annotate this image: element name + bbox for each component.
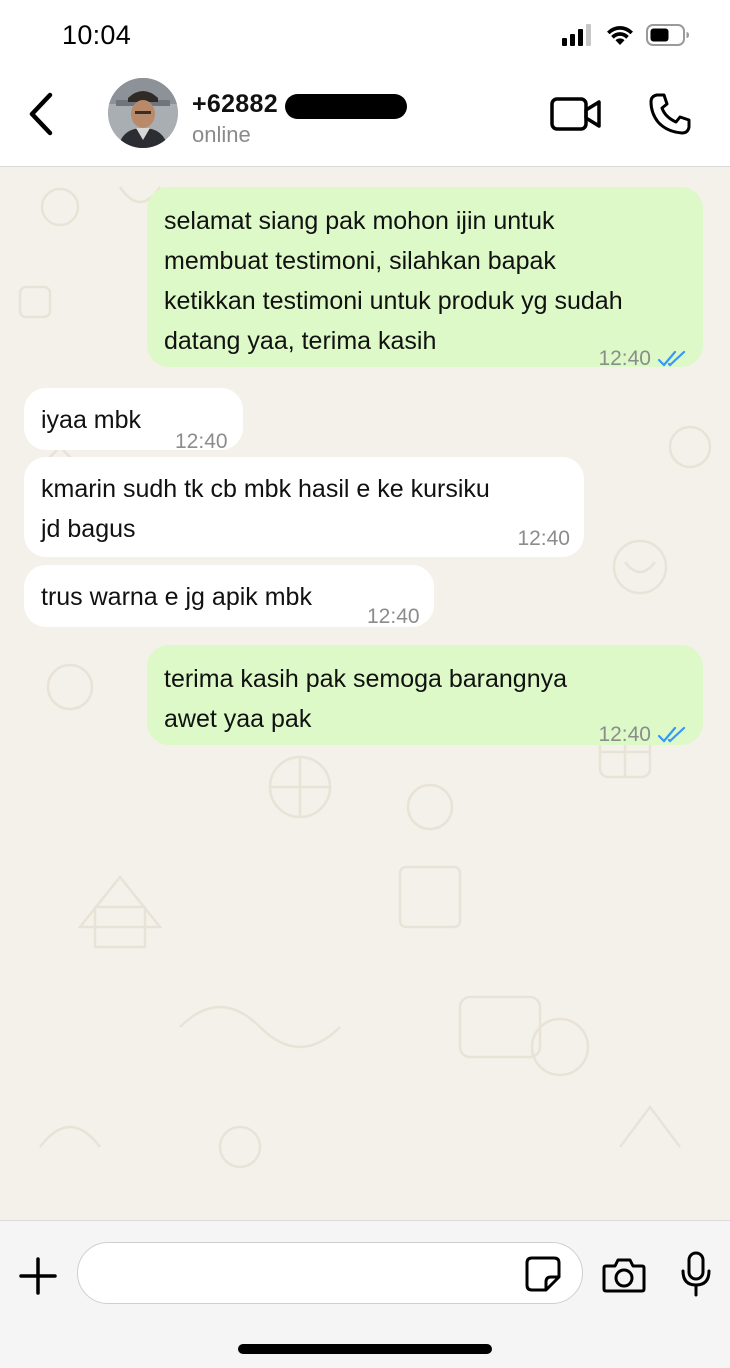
chevron-left-icon[interactable] (22, 90, 62, 138)
contact-status: online (192, 122, 251, 147)
message-line: terima kasih pak semoga barangnya (164, 665, 568, 693)
message-time: 12:40 (517, 527, 570, 550)
message-line: ketikkan testimoni untuk produk yg sudah (164, 287, 623, 315)
message-line: jd bagus (41, 515, 136, 543)
status-time: 10:04 (62, 20, 132, 50)
double-check-icon (657, 726, 686, 743)
chat-area[interactable]: selamat siang pak mohon ijin untuk membu… (0, 167, 730, 1220)
message-time: 12:40 (598, 347, 651, 370)
message-line: trus warna e jg apik mbk (41, 583, 312, 611)
redaction-mark (285, 94, 407, 119)
sticker-icon[interactable] (524, 1255, 562, 1293)
battery-icon (646, 24, 689, 46)
message-meta: 12:40 (598, 715, 691, 755)
message-line: datang yaa, terima kasih (164, 327, 437, 355)
chat-header: +62882 online (0, 70, 730, 167)
avatar-photo (108, 78, 178, 148)
message-time: 12:40 (367, 605, 420, 628)
message-meta: 12:40 (517, 519, 570, 559)
camera-icon[interactable] (602, 1257, 646, 1293)
double-check-icon (657, 350, 686, 367)
message-line: awet yaa pak (164, 705, 312, 733)
message-bubble-outgoing[interactable]: selamat siang pak mohon ijin untuk membu… (147, 187, 703, 370)
message-meta: 12:40 (175, 422, 228, 462)
status-bar: 10:04 (0, 0, 730, 70)
message-line: kmarin sudh tk cb mbk hasil e ke kursiku (41, 475, 490, 503)
message-meta: 12:40 (598, 339, 691, 379)
microphone-icon[interactable] (680, 1251, 712, 1297)
message-line: selamat siang pak mohon ijin untuk (164, 207, 555, 235)
message-bubble-incoming[interactable]: iyaa mbk 12:40 (24, 388, 243, 453)
message-line: iyaa mbk (41, 406, 142, 434)
plus-icon[interactable] (18, 1256, 58, 1296)
message-input-bar (0, 1220, 730, 1368)
message-bubble-incoming[interactable]: trus warna e jg apik mbk 12:40 (24, 565, 434, 628)
message-input[interactable] (77, 1242, 583, 1304)
message-time: 12:40 (598, 723, 651, 746)
wifi-icon (607, 26, 633, 45)
contact-avatar[interactable] (108, 78, 178, 148)
video-camera-icon[interactable] (550, 94, 602, 134)
home-indicator (238, 1344, 492, 1354)
message-bubble-incoming[interactable]: kmarin sudh tk cb mbk hasil e ke kursiku… (24, 457, 584, 557)
message-time: 12:40 (175, 430, 228, 453)
status-icons (562, 22, 690, 48)
message-meta: 12:40 (367, 597, 420, 637)
message-bubble-outgoing[interactable]: terima kasih pak semoga barangnya awet y… (147, 645, 703, 746)
signal-icon (562, 24, 591, 46)
phone-icon[interactable] (648, 92, 692, 136)
message-line: membuat testimoni, silahkan bapak (164, 247, 556, 275)
contact-name[interactable]: +62882 (192, 90, 278, 119)
